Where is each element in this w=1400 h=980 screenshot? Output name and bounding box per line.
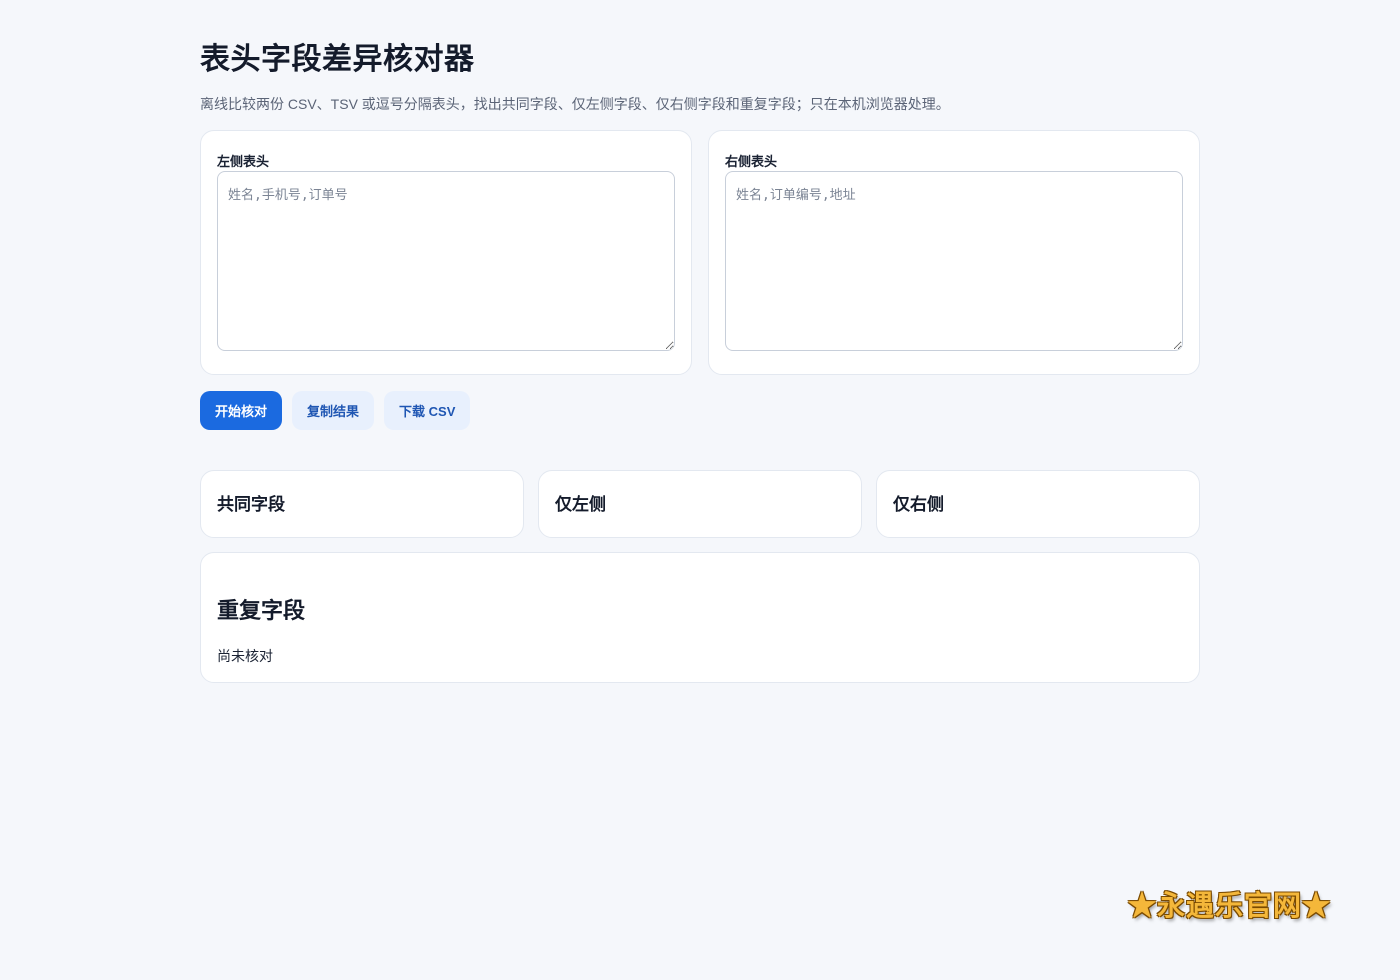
right-header-input[interactable] <box>725 171 1183 351</box>
right-header-label: 右侧表头 <box>725 154 778 169</box>
common-fields-card: 共同字段 <box>200 470 524 538</box>
common-fields-title: 共同字段 <box>217 495 285 514</box>
action-bar: 开始核对 复制结果 下载 CSV <box>200 391 471 430</box>
compare-button[interactable]: 开始核对 <box>200 391 283 430</box>
left-only-card: 仅左侧 <box>538 470 862 538</box>
watermark-logo: ★永遇乐官网★ <box>1128 889 1332 922</box>
duplicate-fields-title: 重复字段 <box>217 598 306 623</box>
left-header-card: 左侧表头 <box>200 130 692 375</box>
left-header-input[interactable] <box>217 171 675 351</box>
left-only-title: 仅左侧 <box>555 495 606 514</box>
download-csv-button[interactable]: 下载 CSV <box>384 391 471 430</box>
copy-result-button[interactable]: 复制结果 <box>292 391 375 430</box>
left-header-label: 左侧表头 <box>217 154 270 169</box>
duplicate-status-text: 尚未核对 <box>217 648 273 664</box>
duplicate-fields-card: 重复字段 尚未核对 <box>200 552 1200 683</box>
right-header-card: 右侧表头 <box>708 130 1200 375</box>
right-only-title: 仅右侧 <box>893 495 944 514</box>
right-only-card: 仅右侧 <box>876 470 1200 538</box>
page-subtitle: 离线比较两份 CSV、TSV 或逗号分隔表头，找出共同字段、仅左侧字段、仅右侧字… <box>200 96 950 112</box>
page-title: 表头字段差异核对器 <box>200 43 475 76</box>
